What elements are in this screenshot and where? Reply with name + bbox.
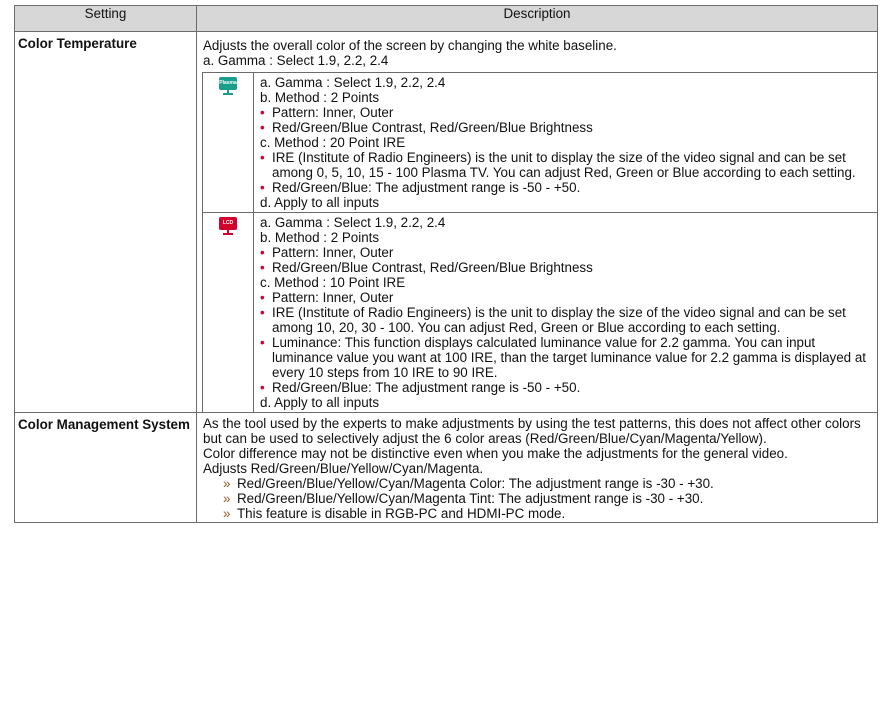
setting-description: Adjusts the overall color of the screen … — [196, 31, 878, 413]
plasma-tv-icon: Plasma — [218, 77, 238, 96]
table-row-color-management: Color Management System As the tool used… — [14, 412, 878, 523]
setting-line: c. Method : 10 Point IRE — [260, 275, 406, 290]
bullet-item: Red/Green/Blue: The adjustment range is … — [260, 180, 874, 195]
cms-list-item: Red/Green/Blue/Yellow/Cyan/Magenta Tint:… — [203, 491, 871, 506]
table-header-row: Setting Description — [14, 5, 878, 32]
color-temperature-intro: Adjusts the overall color of the screen … — [197, 32, 877, 72]
setting-line: d. Apply to all inputs — [260, 195, 380, 210]
tv-screen: Plasma — [219, 77, 237, 90]
bullet-item: IRE (Institute of Radio Engineers) is th… — [260, 150, 874, 180]
cms-description: As the tool used by the experts to make … — [197, 413, 877, 522]
setting-line: c. Method : 20 Point IRE — [260, 135, 406, 150]
manual-page: Setting Description Color Temperature Ad… — [0, 0, 883, 728]
intro-line: a. Gamma : Select 1.9, 2.2, 2.4 — [203, 53, 389, 68]
lcd-row: LCD a. Gamma : Select 1.9, 2.2, 2.4 b. Me… — [202, 212, 877, 412]
lcd-tv-icon: LCD — [218, 217, 238, 236]
bullet-item: Pattern: Inner, Outer — [260, 290, 874, 305]
plasma-settings-list: a. Gamma : Select 1.9, 2.2, 2.4 b. Method… — [253, 72, 877, 213]
setting-description: As the tool used by the experts to make … — [196, 412, 878, 523]
setting-name: Color Temperature — [14, 31, 197, 413]
bullet-item: Luminance: This function displays calcul… — [260, 335, 874, 380]
table-row-color-temperature: Color Temperature Adjusts the overall co… — [14, 31, 878, 413]
bullet-item: Red/Green/Blue: The adjustment range is … — [260, 380, 874, 395]
cms-list-item: This feature is disable in RGB-PC and HD… — [203, 506, 871, 521]
setting-line: b. Method : 2 Points — [260, 90, 380, 105]
cms-paragraph: Adjusts Red/Green/Blue/Yellow/Cyan/Magen… — [203, 461, 484, 476]
settings-table: Setting Description Color Temperature Ad… — [14, 5, 878, 523]
setting-line: a. Gamma : Select 1.9, 2.2, 2.4 — [260, 75, 446, 90]
tv-type-table: Plasma a. Gamma : Select 1.9, 2.2, 2.4 b.… — [202, 72, 877, 412]
header-description: Description — [196, 5, 878, 32]
tv-screen: LCD — [219, 217, 237, 230]
setting-line: a. Gamma : Select 1.9, 2.2, 2.4 — [260, 215, 446, 230]
cms-paragraph: As the tool used by the experts to make … — [203, 416, 861, 446]
lcd-settings-list: a. Gamma : Select 1.9, 2.2, 2.4 b. Method… — [253, 212, 877, 412]
header-setting: Setting — [14, 5, 197, 32]
setting-name: Color Management System — [14, 412, 197, 523]
bullet-item: Red/Green/Blue Contrast, Red/Green/Blue … — [260, 260, 874, 275]
bullet-item: Pattern: Inner, Outer — [260, 245, 874, 260]
intro-line: Adjusts the overall color of the screen … — [203, 38, 617, 53]
bullet-item: IRE (Institute of Radio Engineers) is th… — [260, 305, 874, 335]
cms-list-item: Red/Green/Blue/Yellow/Cyan/Magenta Color… — [203, 476, 871, 491]
bullet-item: Red/Green/Blue Contrast, Red/Green/Blue … — [260, 120, 874, 135]
setting-line: d. Apply to all inputs — [260, 395, 380, 410]
plasma-row: Plasma a. Gamma : Select 1.9, 2.2, 2.4 b.… — [202, 72, 877, 213]
cms-paragraph: Color difference may not be distinctive … — [203, 446, 788, 461]
setting-line: b. Method : 2 Points — [260, 230, 380, 245]
bullet-item: Pattern: Inner, Outer — [260, 105, 874, 120]
